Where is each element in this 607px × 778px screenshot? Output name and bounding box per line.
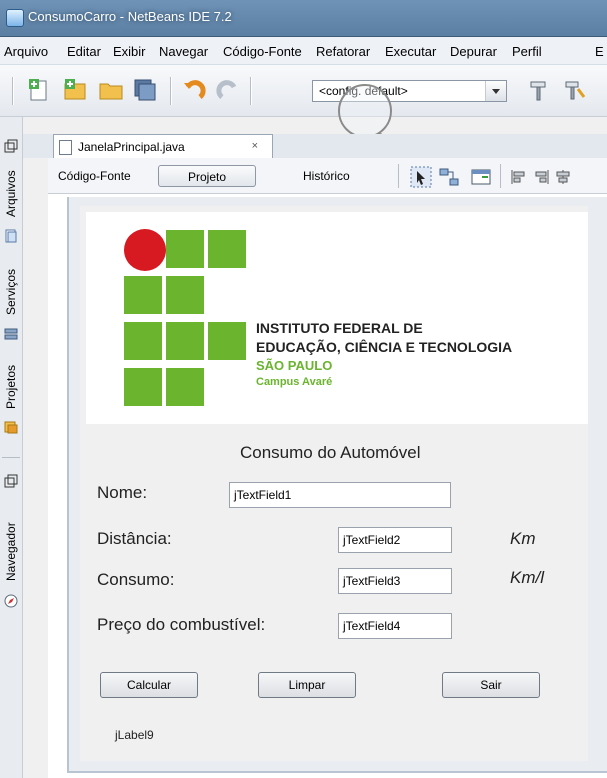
new-file-icon[interactable] <box>26 77 52 103</box>
files-icon[interactable] <box>4 229 18 243</box>
editor-tab-bar: JanelaPrincipal.java × <box>23 134 607 158</box>
panel-tab-arquivos-label: Arquivos <box>4 170 18 217</box>
tab-historico[interactable]: Histórico <box>303 165 373 187</box>
align-left-icon[interactable] <box>510 168 528 186</box>
align-right-icon[interactable] <box>532 168 550 186</box>
result-label: jLabel9 <box>115 728 154 742</box>
logo-square <box>166 276 204 314</box>
tab-projeto[interactable]: Projeto <box>158 165 256 187</box>
selection-mode-icon[interactable] <box>410 166 432 188</box>
preview-design-icon[interactable] <box>470 166 492 188</box>
menu-navegar[interactable]: Navegar <box>159 44 208 59</box>
logo-square <box>124 322 162 360</box>
navigator-compass-icon[interactable] <box>4 594 18 608</box>
close-icon[interactable]: × <box>252 140 258 152</box>
logo-line-2: EDUCAÇÃO, CIÊNCIA E TECNOLOGIA <box>256 339 513 355</box>
chevron-down-icon[interactable] <box>485 81 506 101</box>
restore-window-icon[interactable] <box>4 139 18 153</box>
new-project-icon[interactable] <box>62 77 88 103</box>
tab-codigo-fonte[interactable]: Código-Fonte <box>58 165 148 187</box>
tab-janelaprincipal[interactable]: JanelaPrincipal.java × <box>53 134 273 158</box>
panel-tab-servicos-label: Serviços <box>4 268 18 315</box>
nome-label: Nome: <box>97 483 148 502</box>
toolbar-separator <box>398 164 399 188</box>
logo-square <box>166 322 204 360</box>
logo-line-1: INSTITUTO FEDERAL DE <box>256 320 423 336</box>
logo-square <box>166 368 204 406</box>
save-all-icon[interactable] <box>132 77 158 103</box>
menu-depurar[interactable]: Depurar <box>450 44 497 59</box>
window-title: ConsumoCarro - NetBeans IDE 7.2 <box>28 9 232 24</box>
logo-square <box>124 276 162 314</box>
menu-perfil[interactable]: Perfil <box>512 44 542 59</box>
logo-square <box>124 368 162 406</box>
align-center-icon[interactable] <box>554 168 572 186</box>
menu-refatorar[interactable]: Refatorar <box>316 44 370 59</box>
consumo-input[interactable]: jTextField3 <box>338 568 452 594</box>
preco-input[interactable]: jTextField4 <box>338 613 452 639</box>
limpar-button[interactable]: Limpar <box>258 672 356 698</box>
menu-bar: Arquivo Editar Exibir Navegar Código-Fon… <box>0 37 607 65</box>
toolbar-separator <box>250 77 252 105</box>
side-panel-strip: Arquivos Serviços Projetos Navegador <box>0 117 23 778</box>
logo-line-3: SÃO PAULO <box>256 358 333 373</box>
panel-tab-navegador-label: Navegador <box>4 522 18 581</box>
open-project-icon[interactable] <box>98 77 124 103</box>
menu-exibir[interactable]: Exibir <box>113 44 146 59</box>
distancia-unit: Km <box>510 529 536 548</box>
clean-build-icon[interactable] <box>562 77 588 103</box>
netbeans-app-icon <box>6 9 24 27</box>
tab-label: JanelaPrincipal.java <box>78 140 185 154</box>
menu-overflow[interactable]: E <box>595 44 604 59</box>
logo-red-circle <box>124 229 166 271</box>
menu-arquivo[interactable]: Arquivo <box>4 44 48 59</box>
editor-view-toolbar: Código-Fonte Projeto Histórico <box>48 158 607 194</box>
services-icon[interactable] <box>4 327 18 341</box>
nome-input[interactable]: jTextField1 <box>229 482 451 508</box>
main-toolbar: <config. default> <box>0 65 607 117</box>
menu-editar[interactable]: Editar <box>67 44 101 59</box>
redo-icon[interactable] <box>216 77 242 103</box>
form-heading: Consumo do Automóvel <box>240 443 421 462</box>
panel-divider <box>2 457 20 458</box>
distancia-label: Distância: <box>97 529 172 548</box>
panel-tab-projetos-label: Projetos <box>4 364 18 409</box>
distancia-input[interactable]: jTextField2 <box>338 527 452 553</box>
sair-button[interactable]: Sair <box>442 672 540 698</box>
title-bar: ConsumoCarro - NetBeans IDE 7.2 <box>0 0 607 37</box>
connection-mode-icon[interactable] <box>438 166 460 188</box>
consumo-label: Consumo: <box>97 570 175 589</box>
build-hammer-icon[interactable] <box>526 77 552 103</box>
toolbar-separator <box>170 77 172 105</box>
toolbar-separator <box>500 164 501 188</box>
logo-square <box>208 230 246 268</box>
java-file-icon <box>59 140 72 155</box>
menu-executar[interactable]: Executar <box>385 44 436 59</box>
logo-square <box>166 230 204 268</box>
logo-line-4: Campus Avaré <box>256 376 333 388</box>
logo-square <box>208 322 246 360</box>
if-logo-image: INSTITUTO FEDERAL DE EDUCAÇÃO, CIÊNCIA E… <box>86 212 588 424</box>
projects-icon[interactable] <box>4 420 18 434</box>
preco-label: Preço do combustível: <box>97 615 266 634</box>
magnifier-overlay <box>338 84 392 138</box>
menu-codigo-fonte[interactable]: Código-Fonte <box>223 44 302 59</box>
calcular-button[interactable]: Calcular <box>100 672 198 698</box>
toolbar-grip <box>12 77 14 105</box>
consumo-unit: Km/l <box>510 568 544 587</box>
undo-icon[interactable] <box>180 77 206 103</box>
panel-tab-navegador[interactable]: Navegador <box>2 522 20 661</box>
restore-window-icon[interactable] <box>4 474 18 488</box>
